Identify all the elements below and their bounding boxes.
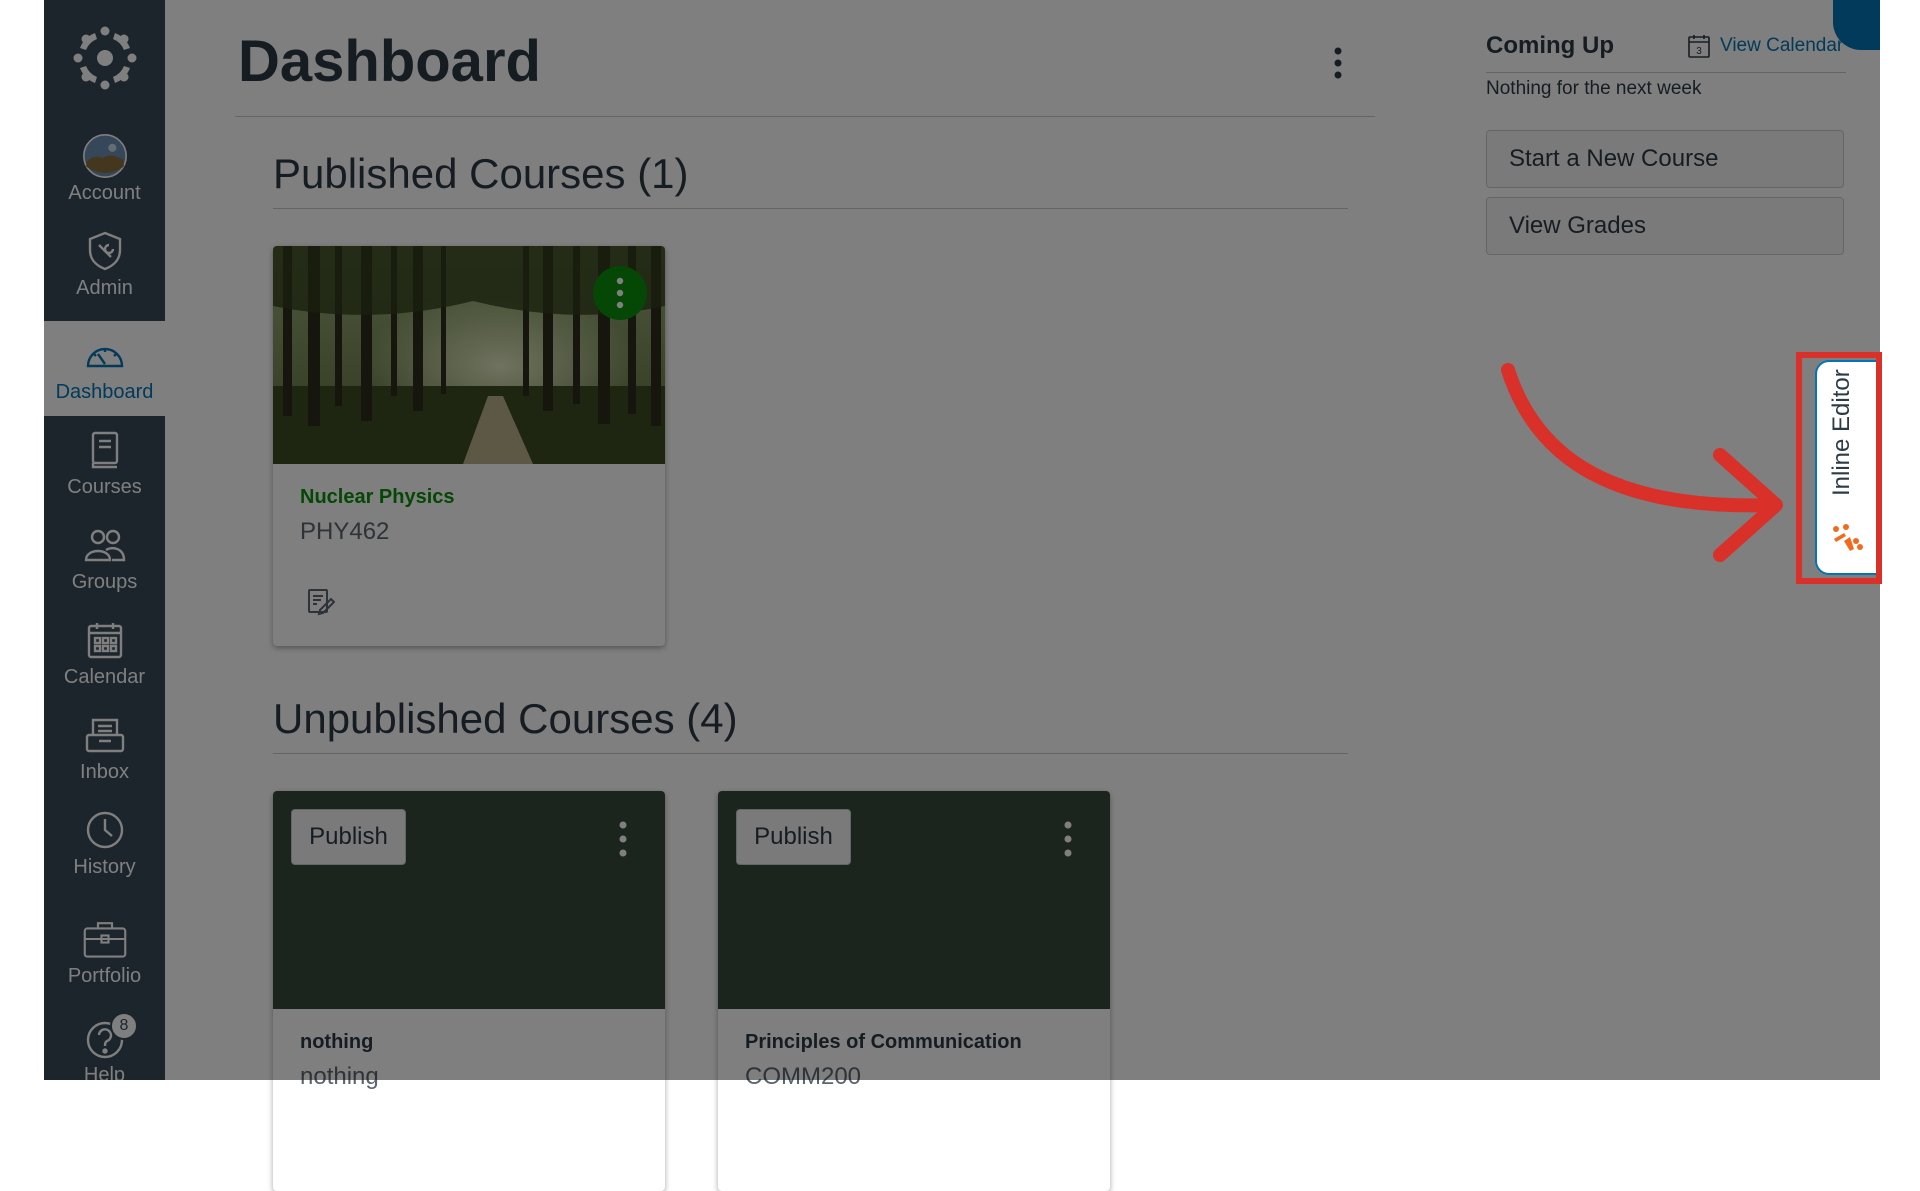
canvas-logo[interactable] <box>44 0 165 115</box>
assignments-icon[interactable] <box>307 588 336 621</box>
global-nav: Account Admin Dashboard Courses Groups C… <box>44 0 165 1086</box>
right-margin <box>1880 0 1920 1080</box>
calendar-icon: 3 <box>1688 35 1710 58</box>
canvas-logo-icon <box>73 26 136 89</box>
divider <box>1486 72 1846 73</box>
course-options-button[interactable] <box>593 266 647 320</box>
inbox-icon <box>83 713 127 757</box>
book-icon <box>83 428 127 472</box>
nav-inbox-label: Inbox <box>80 761 129 783</box>
nav-history-label: History <box>73 856 136 878</box>
publish-button[interactable]: Publish <box>291 809 406 865</box>
nav-portfolio-label: Portfolio <box>67 965 142 987</box>
nav-account[interactable]: Account <box>44 122 165 217</box>
dashboard-options-menu[interactable] <box>1333 46 1343 80</box>
view-grades-button[interactable]: View Grades <box>1486 197 1844 255</box>
divider <box>273 208 1348 209</box>
nav-calendar-label: Calendar <box>63 666 146 688</box>
pointer-arrow <box>1501 363 1783 562</box>
nav-courses-label: Courses <box>67 476 142 498</box>
groups-icon <box>83 523 127 567</box>
coming-up-heading: Coming Up <box>1486 32 1614 59</box>
left-margin <box>0 0 44 1080</box>
kebab-icon <box>1334 47 1342 79</box>
course-code: COMM200 <box>745 1063 862 1090</box>
course-name[interactable]: Nuclear Physics <box>300 486 455 509</box>
divider <box>273 753 1348 754</box>
publish-button[interactable]: Publish <box>736 809 851 865</box>
course-code: PHY462 <box>300 518 390 545</box>
nav-account-label: Account <box>68 182 141 204</box>
course-options-button[interactable] <box>1062 819 1074 859</box>
help-badge: 8 <box>110 1012 138 1040</box>
nav-admin-label: Admin <box>76 277 133 299</box>
course-name[interactable]: nothing <box>300 1031 373 1054</box>
course-card[interactable]: Publish nothing nothing <box>273 791 665 1191</box>
unpublished-courses-heading: Unpublished Courses (4) <box>273 695 738 742</box>
view-calendar-label: View Calendar <box>1720 35 1844 56</box>
nav-inbox[interactable]: Inbox <box>44 701 165 796</box>
divider <box>235 116 1375 117</box>
kebab-icon <box>619 821 627 857</box>
nav-help[interactable]: 8 Help <box>44 1000 165 1095</box>
nav-dashboard[interactable]: Dashboard <box>44 321 165 416</box>
nav-dashboard-label: Dashboard <box>55 381 154 403</box>
nav-courses[interactable]: Courses <box>44 416 165 511</box>
coming-up-empty-message: Nothing for the next week <box>1486 78 1702 99</box>
start-new-course-button[interactable]: Start a New Course <box>1486 130 1844 188</box>
nav-history[interactable]: History <box>44 796 165 891</box>
nav-help-label: Help <box>83 1064 126 1086</box>
shield-icon <box>83 229 127 273</box>
course-options-button[interactable] <box>617 819 629 859</box>
dashboard-icon <box>83 333 127 377</box>
nav-portfolio[interactable]: Portfolio <box>44 900 165 1000</box>
course-code: nothing <box>300 1063 379 1090</box>
avatar <box>82 134 127 178</box>
briefcase-icon <box>83 917 127 961</box>
nav-admin[interactable]: Admin <box>44 217 165 312</box>
nav-groups-label: Groups <box>71 571 138 593</box>
published-courses-heading: Published Courses (1) <box>273 150 689 197</box>
calendar-icon <box>83 618 127 662</box>
kebab-icon <box>1064 821 1072 857</box>
course-card[interactable]: Nuclear Physics PHY462 <box>273 246 665 646</box>
nav-groups[interactable]: Groups <box>44 511 165 606</box>
course-card[interactable]: Publish Principles of Communication COMM… <box>718 791 1110 1191</box>
view-calendar-link[interactable]: 3 View Calendar <box>1688 34 1843 58</box>
clock-icon <box>83 808 127 852</box>
calendar-day: 3 <box>1696 46 1702 57</box>
kebab-icon <box>616 277 624 309</box>
page-title: Dashboard <box>238 29 541 94</box>
course-name[interactable]: Principles of Communication <box>745 1031 1022 1054</box>
nav-calendar[interactable]: Calendar <box>44 606 165 701</box>
highlight-box <box>1796 352 1882 584</box>
